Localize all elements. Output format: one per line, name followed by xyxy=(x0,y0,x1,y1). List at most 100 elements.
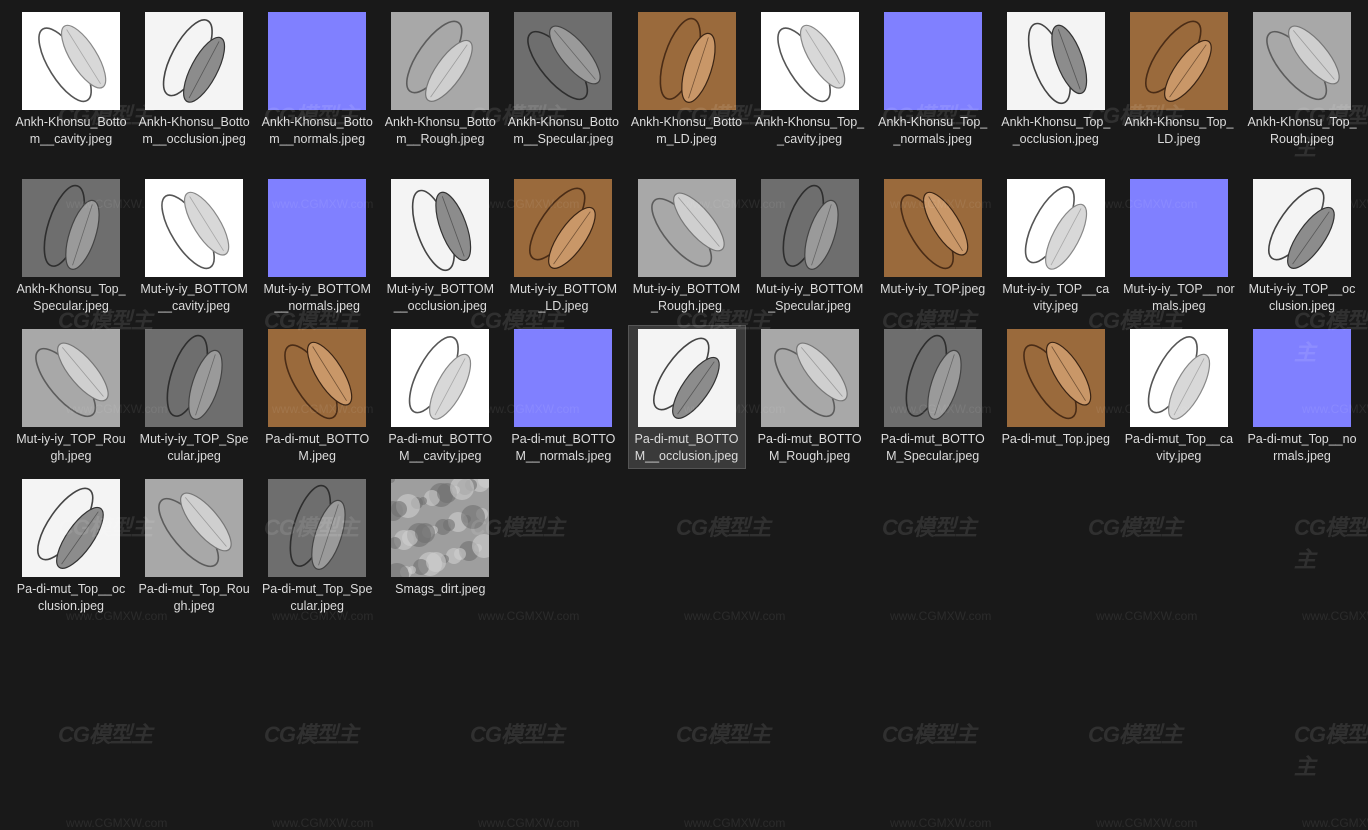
file-item[interactable]: Ankh-Khonsu_Top__normals.jpeg xyxy=(875,9,991,151)
file-thumbnail[interactable] xyxy=(637,179,736,277)
file-item[interactable]: Pa-di-mut_Top__occlusion.jpeg xyxy=(13,476,129,618)
file-item[interactable]: Pa-di-mut_Top_Rough.jpeg xyxy=(136,476,252,618)
file-item[interactable]: Ankh-Khonsu_Bottom_LD.jpeg xyxy=(629,9,745,151)
file-name-label: Ankh-Khonsu_Bottom_LD.jpeg xyxy=(630,115,743,146)
file-item[interactable]: Pa-di-mut_BOTTOM__normals.jpeg xyxy=(505,326,621,468)
file-thumbnail[interactable] xyxy=(1253,12,1351,110)
color-map-thumbnail-icon xyxy=(514,179,613,277)
file-name-label: Pa-di-mut_Top__cavity.jpeg xyxy=(1124,432,1234,463)
specular-map-thumbnail-icon xyxy=(514,12,613,110)
file-thumbnail[interactable] xyxy=(268,329,367,427)
file-item[interactable]: Mut-iy-iy_BOTTOM_Rough.jpeg xyxy=(629,176,745,318)
file-name-label: Pa-di-mut_BOTTOM.jpeg xyxy=(265,432,370,463)
file-item[interactable]: Pa-di-mut_BOTTOM__cavity.jpeg xyxy=(382,326,498,468)
file-thumbnail[interactable] xyxy=(268,12,367,110)
file-thumbnail[interactable] xyxy=(760,179,859,277)
file-thumbnail[interactable] xyxy=(22,329,120,427)
file-item[interactable]: Pa-di-mut_BOTTOM_Specular.jpeg xyxy=(875,326,991,468)
file-thumbnail[interactable] xyxy=(1129,329,1228,427)
file-name-label: Mut-iy-iy_TOP__occlusion.jpeg xyxy=(1248,282,1356,313)
file-thumbnail[interactable] xyxy=(268,179,367,277)
file-item[interactable]: Pa-di-mut_Top_Specular.jpeg xyxy=(259,476,375,618)
file-item[interactable]: Pa-di-mut_BOTTOM_Rough.jpeg xyxy=(752,326,868,468)
file-thumbnail[interactable] xyxy=(391,12,490,110)
file-item[interactable]: Smags_dirt.jpeg xyxy=(382,476,498,601)
specular-map-thumbnail-icon xyxy=(760,179,859,277)
specular-map-thumbnail-icon xyxy=(22,179,120,277)
file-item[interactable]: Mut-iy-iy_TOP__occlusion.jpeg xyxy=(1244,176,1360,318)
rough-map-thumbnail-icon xyxy=(1253,12,1351,110)
specular-map-thumbnail-icon xyxy=(268,479,367,577)
file-item[interactable]: Ankh-Khonsu_Top_Rough.jpeg xyxy=(1244,9,1360,151)
file-thumbnail[interactable] xyxy=(1006,329,1105,427)
file-item[interactable]: Mut-iy-iy_TOP__normals.jpeg xyxy=(1121,176,1237,318)
file-item[interactable]: Pa-di-mut_Top__normals.jpeg xyxy=(1244,326,1360,468)
file-thumbnail[interactable] xyxy=(760,329,859,427)
file-item[interactable]: Mut-iy-iy_TOP.jpeg xyxy=(875,176,991,301)
file-name-label: Ankh-Khonsu_Top__normals.jpeg xyxy=(878,115,988,146)
file-thumbnail[interactable] xyxy=(22,12,120,110)
file-thumbnail[interactable] xyxy=(883,329,982,427)
file-thumbnail[interactable] xyxy=(514,329,613,427)
file-item[interactable]: Ankh-Khonsu_Bottom__cavity.jpeg xyxy=(13,9,129,151)
file-item[interactable]: Ankh-Khonsu_Bottom__Rough.jpeg xyxy=(382,9,498,151)
file-thumbnail[interactable] xyxy=(1253,329,1351,427)
file-thumbnail[interactable] xyxy=(514,12,613,110)
file-item[interactable]: Ankh-Khonsu_Bottom__Specular.jpeg xyxy=(505,9,621,151)
file-item[interactable]: Mut-iy-iy_TOP_Specular.jpeg xyxy=(136,326,252,468)
watermark-url: www.CGMXW.com xyxy=(1302,816,1368,830)
file-grid: Ankh-Khonsu_Bottom__cavity.jpeg Ankh-Khon… xyxy=(0,0,1368,764)
file-item[interactable]: Mut-iy-iy_BOTTOM__cavity.jpeg xyxy=(136,176,252,318)
file-name-label: Pa-di-mut_BOTTOM_Rough.jpeg xyxy=(757,432,862,463)
file-item[interactable]: Ankh-Khonsu_Top_Specular.jpeg xyxy=(13,176,129,318)
file-name-label: Ankh-Khonsu_Top__cavity.jpeg xyxy=(755,115,865,146)
file-thumbnail[interactable] xyxy=(514,179,613,277)
file-thumbnail[interactable] xyxy=(391,329,490,427)
file-thumbnail[interactable] xyxy=(145,179,244,277)
file-thumbnail[interactable] xyxy=(760,12,859,110)
normals-map-thumbnail-icon xyxy=(883,12,982,110)
file-thumbnail[interactable] xyxy=(883,12,982,110)
file-thumbnail[interactable] xyxy=(1006,12,1105,110)
file-thumbnail[interactable] xyxy=(1253,179,1351,277)
file-thumbnail[interactable] xyxy=(637,329,736,427)
file-thumbnail[interactable] xyxy=(637,12,736,110)
file-item[interactable]: Mut-iy-iy_BOTTOM__normals.jpeg xyxy=(259,176,375,318)
file-item[interactable]: Ankh-Khonsu_Top__cavity.jpeg xyxy=(752,9,868,151)
file-item[interactable]: Pa-di-mut_Top__cavity.jpeg xyxy=(1121,326,1237,468)
file-item[interactable]: Pa-di-mut_Top.jpeg xyxy=(998,326,1114,451)
file-thumbnail[interactable] xyxy=(22,179,120,277)
file-item[interactable]: Mut-iy-iy_BOTTOM_LD.jpeg xyxy=(505,176,621,318)
normals-map-thumbnail-icon xyxy=(268,12,367,110)
file-thumbnail[interactable] xyxy=(22,479,120,577)
file-item[interactable]: Pa-di-mut_BOTTOM__occlusion.jpeg xyxy=(627,325,746,469)
file-thumbnail[interactable] xyxy=(145,479,244,577)
file-item[interactable]: Mut-iy-iy_BOTTOM__occlusion.jpeg xyxy=(382,176,498,318)
file-name-label: Ankh-Khonsu_Top_LD.jpeg xyxy=(1124,115,1234,146)
file-name-label: Ankh-Khonsu_Bottom__cavity.jpeg xyxy=(15,115,127,146)
file-item[interactable]: Mut-iy-iy_TOP__cavity.jpeg xyxy=(998,176,1114,318)
file-item[interactable]: Mut-iy-iy_BOTTOM_Specular.jpeg xyxy=(752,176,868,318)
file-thumbnail[interactable] xyxy=(1129,12,1228,110)
file-name-label: Mut-iy-iy_TOP__normals.jpeg xyxy=(1123,282,1235,313)
file-item[interactable]: Pa-di-mut_BOTTOM.jpeg xyxy=(259,326,375,468)
file-name-label: Smags_dirt.jpeg xyxy=(395,582,486,596)
file-thumbnail[interactable] xyxy=(391,479,490,577)
normals-map-thumbnail-icon xyxy=(1129,179,1228,277)
file-name-label: Mut-iy-iy_BOTTOM_Rough.jpeg xyxy=(632,282,741,313)
file-item[interactable]: Mut-iy-iy_TOP_Rough.jpeg xyxy=(13,326,129,468)
file-thumbnail[interactable] xyxy=(1006,179,1105,277)
file-thumbnail[interactable] xyxy=(883,179,982,277)
file-item[interactable]: Ankh-Khonsu_Bottom__occlusion.jpeg xyxy=(136,9,252,151)
file-item[interactable]: Ankh-Khonsu_Top_LD.jpeg xyxy=(1121,9,1237,151)
file-thumbnail[interactable] xyxy=(145,329,244,427)
file-thumbnail[interactable] xyxy=(391,179,490,277)
file-thumbnail[interactable] xyxy=(1129,179,1228,277)
file-item[interactable]: Ankh-Khonsu_Top__occlusion.jpeg xyxy=(998,9,1114,151)
file-item[interactable]: Ankh-Khonsu_Bottom__normals.jpeg xyxy=(259,9,375,151)
file-thumbnail[interactable] xyxy=(145,12,244,110)
cavity-map-thumbnail-icon xyxy=(1006,179,1105,277)
normals-map-thumbnail-icon xyxy=(514,329,613,427)
file-thumbnail[interactable] xyxy=(268,479,367,577)
file-name-label: Mut-iy-iy_TOP_Rough.jpeg xyxy=(16,432,126,463)
